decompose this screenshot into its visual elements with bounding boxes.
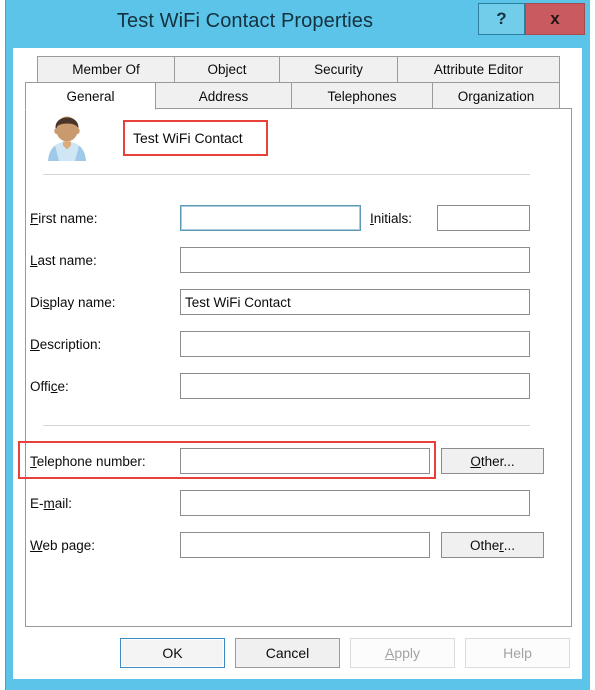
window-title: Test WiFi Contact Properties	[116, 10, 374, 32]
tab-attribute-editor[interactable]: Attribute Editor	[397, 56, 560, 83]
telephone-number-label: Telephone number:	[30, 454, 146, 469]
separator-top	[43, 174, 530, 175]
email-input[interactable]	[180, 490, 530, 516]
last-name-label: Last name:	[30, 253, 97, 268]
title-bar: Test WiFi Contact Properties ? x	[5, 0, 590, 48]
tab-address[interactable]: Address	[155, 82, 292, 110]
separator-bottom	[43, 425, 530, 426]
description-label: Description:	[30, 337, 102, 352]
web-page-label: Web page:	[30, 538, 96, 553]
web-page-other-button[interactable]: Othe r...	[441, 532, 544, 558]
tab-member-of[interactable]: Member Of	[37, 56, 175, 83]
properties-dialog-window: Test WiFi Contact Properties ? x Member …	[5, 0, 590, 690]
tab-security[interactable]: Security	[279, 56, 398, 83]
dialog-body: Member Of Object Security Attribute Edit…	[13, 48, 582, 679]
help-footer-button[interactable]: Help	[465, 638, 570, 668]
telephone-other-button[interactable]: Other...	[441, 448, 544, 474]
cancel-button[interactable]: Cancel	[235, 638, 340, 668]
tab-telephones[interactable]: Telephones	[291, 82, 433, 110]
help-button[interactable]: ?	[478, 3, 525, 35]
close-icon[interactable]: x	[525, 3, 585, 35]
tab-object[interactable]: Object	[174, 56, 280, 83]
last-name-input[interactable]	[180, 247, 530, 273]
display-name-label: Display name:	[30, 295, 116, 310]
office-label: Office:	[30, 379, 69, 394]
email-label: E-mail:	[30, 496, 73, 511]
apply-button[interactable]: Apply	[350, 638, 455, 668]
description-input[interactable]	[180, 331, 530, 357]
web-page-input[interactable]	[180, 532, 430, 558]
initials-label: Initials:	[370, 211, 413, 226]
first-name-label: First name:	[30, 211, 98, 226]
first-name-input[interactable]	[180, 205, 361, 231]
contact-avatar-icon	[48, 116, 86, 161]
initials-input[interactable]	[437, 205, 530, 231]
tab-strip: Member Of Object Security Attribute Edit…	[25, 56, 572, 110]
tab-organization[interactable]: Organization	[432, 82, 560, 110]
office-input[interactable]	[180, 373, 530, 399]
telephone-number-input[interactable]	[180, 448, 430, 474]
ok-button[interactable]: OK	[120, 638, 225, 668]
contact-name-label: Test WiFi Contact	[133, 130, 243, 146]
display-name-input[interactable]	[180, 289, 530, 315]
tab-general[interactable]: General	[25, 82, 156, 110]
